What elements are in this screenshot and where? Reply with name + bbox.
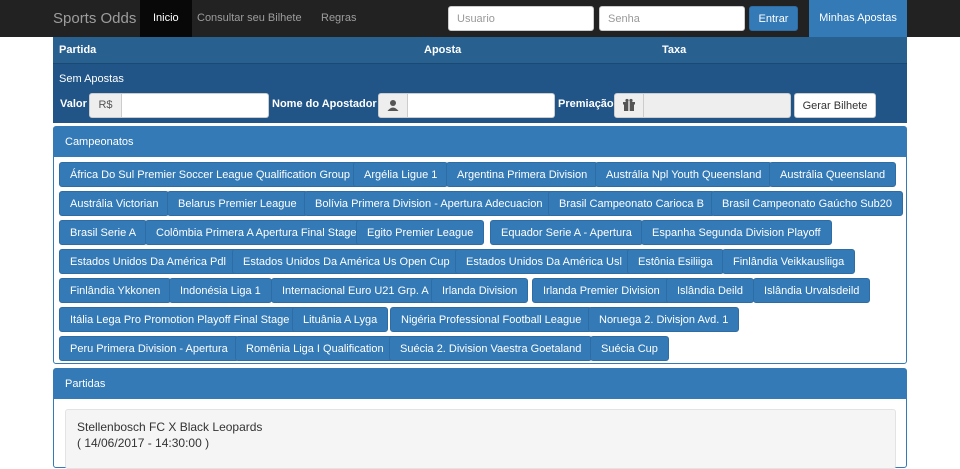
championship-button[interactable]: Noruega 2. Divisjon Avd. 1 bbox=[588, 307, 740, 332]
championship-button[interactable]: Internacional Euro U21 Grp. A bbox=[271, 278, 440, 303]
brand-logo[interactable]: Sports Odds bbox=[53, 0, 136, 37]
gift-icon bbox=[614, 93, 644, 118]
login-button[interactable]: Entrar bbox=[749, 6, 798, 31]
nav-link-consultar-bilhete[interactable]: Consultar seu Bilhete bbox=[197, 0, 302, 37]
bet-slip-header: Partida Aposta Taxa bbox=[53, 37, 907, 64]
navbar: Sports Odds Inicio Consultar seu Bilhete… bbox=[0, 0, 960, 37]
championship-button[interactable]: Estados Unidos Da América Usl bbox=[455, 249, 633, 274]
username-input[interactable] bbox=[448, 6, 594, 31]
championship-button[interactable]: Belarus Premier League bbox=[167, 191, 308, 216]
match-datetime: ( 14/06/2017 - 14:30:00 ) bbox=[77, 436, 210, 450]
championship-button[interactable]: Brasil Campeonato Carioca B bbox=[548, 191, 715, 216]
championships-list: África Do Sul Premier Soccer League Qual… bbox=[54, 157, 906, 361]
championship-button[interactable]: Egito Premier League bbox=[356, 220, 485, 245]
user-icon bbox=[378, 93, 408, 118]
championship-button[interactable]: Brasil Serie A bbox=[59, 220, 148, 245]
bettor-name-label: Nome do Apostador bbox=[272, 98, 377, 110]
valor-input[interactable] bbox=[122, 93, 269, 118]
championship-button[interactable]: Irlanda Division bbox=[431, 278, 529, 303]
match-teams: Stellenbosch FC X Black Leopards bbox=[77, 420, 263, 434]
championship-button[interactable]: Brasil Campeonato Gaúcho Sub20 bbox=[711, 191, 903, 216]
nav-link-regras[interactable]: Regras bbox=[321, 0, 356, 37]
championships-panel: Campeonatos África Do Sul Premier Soccer… bbox=[53, 126, 907, 364]
championship-button[interactable]: Irlanda Premier Division bbox=[532, 278, 671, 303]
championship-button[interactable]: Bolívia Primera Division - Apertura Adec… bbox=[304, 191, 554, 216]
prize-label: Premiação bbox=[558, 98, 614, 110]
matches-title: Partidas bbox=[54, 369, 906, 399]
generate-ticket-button[interactable]: Gerar Bilhete bbox=[794, 93, 876, 118]
column-partida: Partida bbox=[59, 44, 97, 56]
championship-button[interactable]: Indonésia Liga 1 bbox=[169, 278, 272, 303]
championship-button[interactable]: Austrália Victorian bbox=[59, 191, 170, 216]
championship-button[interactable]: Estados Unidos Da América Us Open Cup bbox=[232, 249, 461, 274]
championship-button[interactable]: Estados Unidos Da América Pdl bbox=[59, 249, 237, 274]
championship-button[interactable]: Finlândia Veikkausliiga bbox=[722, 249, 856, 274]
password-input[interactable] bbox=[599, 6, 745, 31]
bettor-name-input[interactable] bbox=[408, 93, 555, 118]
column-aposta: Aposta bbox=[424, 44, 462, 56]
championship-button[interactable]: Austrália Npl Youth Queensland bbox=[595, 162, 773, 187]
championship-button[interactable]: Finlândia Ykkonen bbox=[59, 278, 172, 303]
championship-button[interactable]: Romênia Liga I Qualification bbox=[235, 336, 395, 361]
currency-addon: R$ bbox=[89, 93, 122, 118]
valor-label: Valor bbox=[60, 98, 87, 110]
bet-slip-panel: Partida Aposta Taxa Sem Apostas Valor R$… bbox=[53, 37, 907, 123]
championship-button[interactable]: Argélia Ligue 1 bbox=[353, 162, 449, 187]
nav-link-inicio[interactable]: Inicio bbox=[140, 0, 192, 37]
empty-bets-text: Sem Apostas bbox=[59, 73, 124, 85]
championship-button[interactable]: Suécia 2. Division Vaestra Goetaland bbox=[389, 336, 593, 361]
match-card[interactable]: Stellenbosch FC X Black Leopards ( 14/06… bbox=[65, 409, 896, 469]
my-bets-link[interactable]: Minhas Apostas bbox=[809, 0, 907, 37]
championship-button[interactable]: Equador Serie A - Apertura bbox=[490, 220, 643, 245]
championship-button[interactable]: África Do Sul Premier Soccer League Qual… bbox=[59, 162, 362, 187]
prize-input bbox=[644, 93, 791, 118]
championship-button[interactable]: Suécia Cup bbox=[590, 336, 669, 361]
column-taxa: Taxa bbox=[662, 44, 687, 56]
championship-button[interactable]: Lituânia A Lyga bbox=[292, 307, 389, 332]
championship-button[interactable]: Nigéria Professional Football League bbox=[390, 307, 593, 332]
championship-button[interactable]: Colômbia Primera A Apertura Final Stage bbox=[145, 220, 368, 245]
championship-button[interactable]: Islândia Deild bbox=[666, 278, 755, 303]
championships-title: Campeonatos bbox=[54, 127, 906, 157]
championship-button[interactable]: Peru Primera Division - Apertura bbox=[59, 336, 239, 361]
championship-button[interactable]: Argentina Primera Division bbox=[446, 162, 599, 187]
championship-button[interactable]: Espanha Segunda Division Playoff bbox=[641, 220, 832, 245]
matches-panel: Partidas Stellenbosch FC X Black Leopard… bbox=[53, 368, 907, 469]
championship-button[interactable]: Austrália Queensland bbox=[769, 162, 897, 187]
championship-button[interactable]: Itália Lega Pro Promotion Playoff Final … bbox=[59, 307, 301, 332]
championship-button[interactable]: Estônia Esiliiga bbox=[627, 249, 724, 274]
championship-button[interactable]: Islândia Urvalsdeild bbox=[753, 278, 871, 303]
